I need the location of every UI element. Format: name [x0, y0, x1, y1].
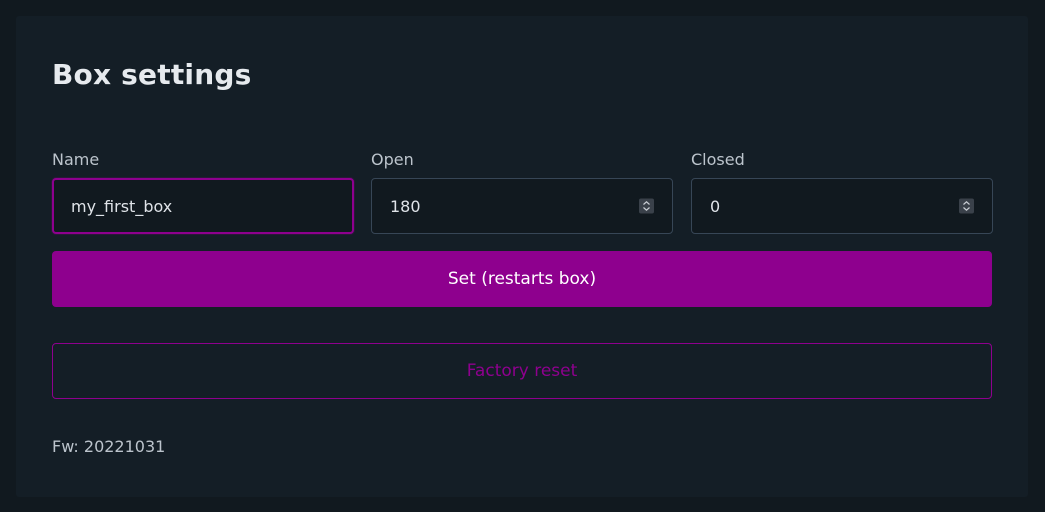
- closed-label: Closed: [691, 150, 745, 169]
- spinner-arrows-icon: [963, 200, 970, 212]
- name-field-group: Name my_first_box: [52, 150, 354, 234]
- open-number-input[interactable]: 180: [371, 178, 673, 234]
- name-input[interactable]: my_first_box: [52, 178, 354, 234]
- closed-spinner-icon[interactable]: [959, 198, 974, 214]
- name-input-value: my_first_box: [71, 196, 173, 216]
- open-input-value: 180: [390, 196, 421, 216]
- spinner-arrows-icon: [643, 200, 650, 212]
- set-restart-button[interactable]: Set (restarts box): [52, 251, 992, 307]
- open-field-group: Open 180: [371, 150, 673, 234]
- open-label: Open: [371, 150, 414, 169]
- closed-number-input[interactable]: 0: [691, 178, 993, 234]
- open-spinner-icon[interactable]: [639, 198, 654, 214]
- settings-card: Box settings Name my_first_box Open 180 …: [16, 16, 1028, 497]
- factory-reset-button[interactable]: Factory reset: [52, 343, 992, 399]
- closed-input-value: 0: [710, 196, 721, 216]
- name-label: Name: [52, 150, 100, 169]
- closed-field-group: Closed 0: [691, 150, 993, 234]
- page-title: Box settings: [52, 58, 252, 91]
- firmware-version: Fw: 20221031: [52, 437, 166, 456]
